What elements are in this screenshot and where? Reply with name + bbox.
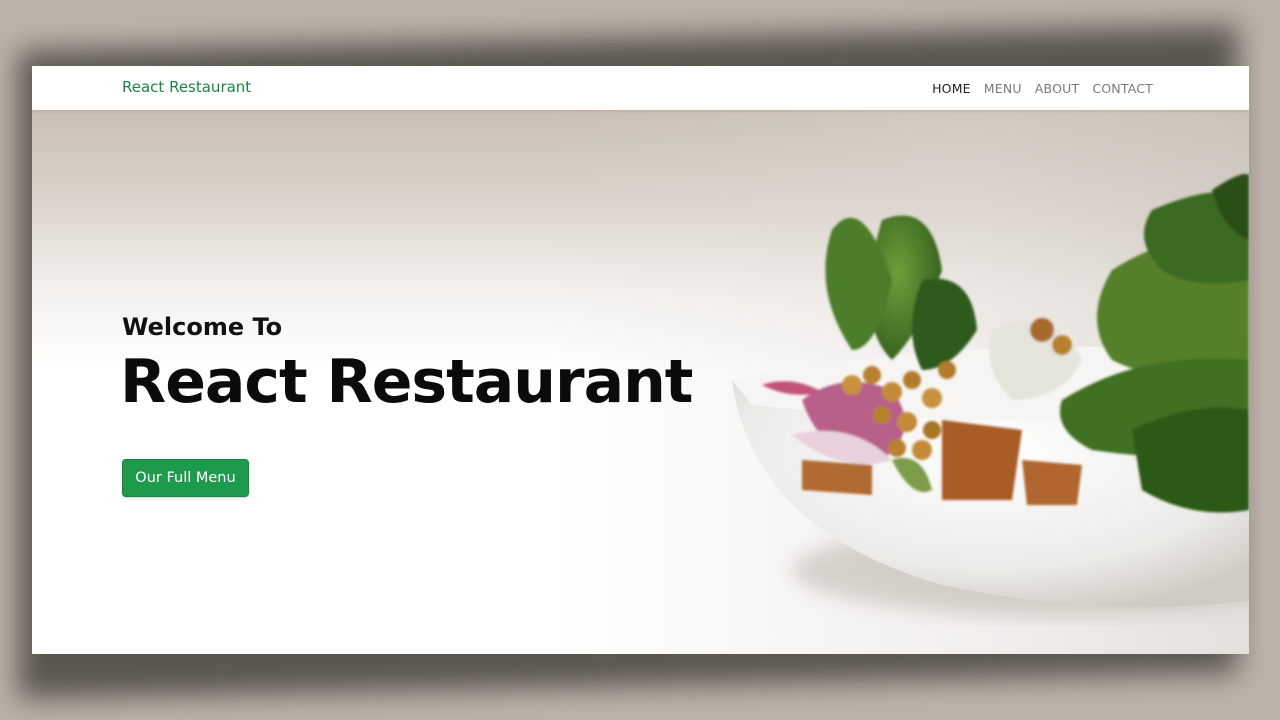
browser-window: React Restaurant HOME MENU ABOUT CONTACT [32, 66, 1249, 654]
navbar: React Restaurant HOME MENU ABOUT CONTACT [32, 66, 1249, 110]
hero-subtitle: Welcome To [122, 313, 283, 341]
brand-logo-link[interactable]: React Restaurant [122, 78, 251, 96]
nav-link-about[interactable]: ABOUT [1035, 81, 1080, 96]
hero-title: React Restaurant [120, 347, 693, 417]
salad-bowl-image [732, 174, 1249, 616]
nav-link-contact[interactable]: CONTACT [1092, 81, 1153, 96]
nav-link-home[interactable]: HOME [932, 81, 971, 96]
nav-link-menu[interactable]: MENU [984, 81, 1022, 96]
full-menu-button[interactable]: Our Full Menu [122, 459, 249, 497]
hero-section: Welcome To React Restaurant Our Full Men… [32, 110, 1249, 654]
nav-links: HOME MENU ABOUT CONTACT [932, 81, 1153, 96]
